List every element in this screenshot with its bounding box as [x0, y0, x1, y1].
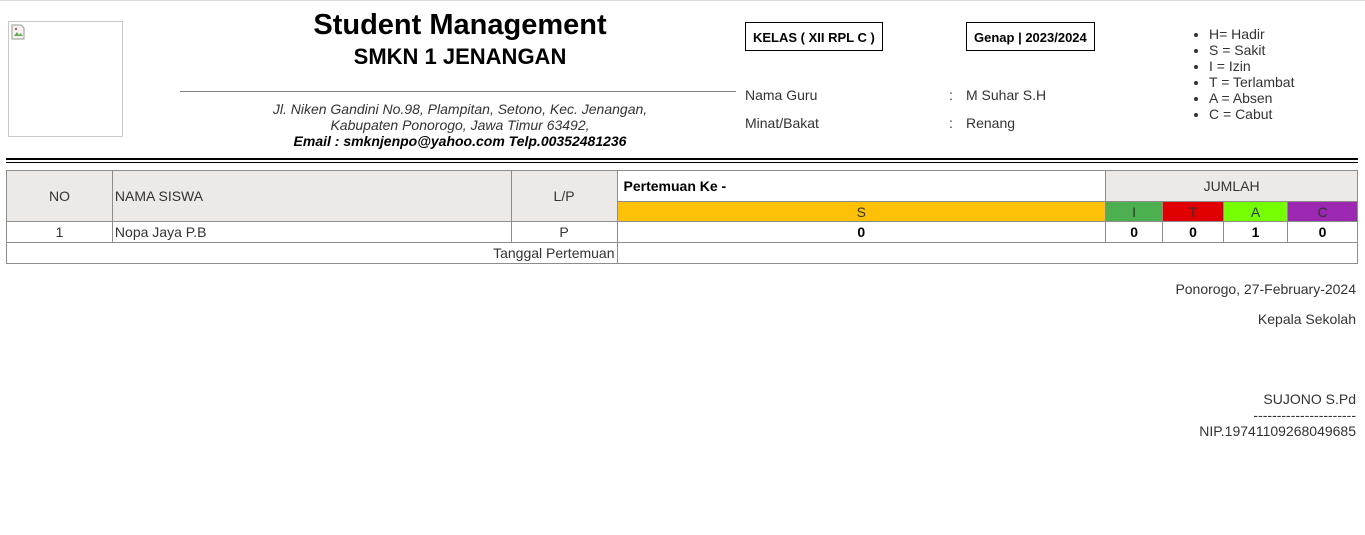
meeting-date-row: Tanggal Pertemuan [6, 242, 1359, 264]
school-address-line1: Jl. Niken Gandini No.98, Plampitan, Seto… [272, 101, 648, 117]
school-address-line2: Kabupaten Ponorogo, Jawa Timur 63492, [330, 117, 590, 133]
total-code-terlambat: T [1162, 201, 1225, 222]
meeting-date-value [616, 242, 1359, 264]
total-code-izin: I [1105, 201, 1164, 222]
broken-image-icon [11, 24, 25, 40]
school-name: SMKN 1 JENANGAN [353, 44, 567, 69]
header-double-rule [6, 158, 1358, 163]
column-header-meeting: Pertemuan Ke - [616, 170, 1107, 202]
signature-name: SUJONO S.Pd [1263, 391, 1356, 407]
table-header-row: NO NAMA SISWA L/P Pertemuan Ke - JUMLAH [6, 170, 1358, 222]
teacher-value: M Suhar S.H [966, 87, 1047, 103]
row-gender: P [510, 221, 618, 243]
meeting-date-label: Tanggal Pertemuan [6, 242, 618, 264]
row-total-cabut: 0 [1287, 221, 1358, 243]
attendance-table: NO NAMA SISWA L/P Pertemuan Ke - JUMLAH … [6, 170, 1359, 264]
row-total-terlambat: 0 [1162, 221, 1225, 243]
meeting-code-cell: S [616, 201, 1107, 222]
table-row: 1 Nopa Jaya P.B P 0 0 0 1 0 [6, 221, 1358, 243]
legend-item-cabut: C = Cabut [1209, 106, 1294, 122]
column-header-gender: L/P [510, 170, 618, 222]
row-total-absen: 1 [1223, 221, 1288, 243]
signature-nip: NIP.19741109268049685 [1199, 423, 1356, 439]
total-code-absen: A [1223, 201, 1288, 222]
legend-item-izin: I = Izin [1209, 58, 1294, 74]
school-contact: Email : smknjenpo@yahoo.com Telp.0035248… [293, 133, 627, 149]
signature-line: ---------------------- [1253, 407, 1356, 423]
teacher-label: Nama Guru [745, 87, 818, 103]
legend-item-hadir: H= Hadir [1209, 26, 1294, 42]
legend-item-terlambat: T = Terlambat [1209, 74, 1294, 90]
attendance-legend: H= Hadir S = Sakit I = Izin T = Terlamba… [1190, 26, 1294, 122]
row-no: 1 [6, 221, 113, 243]
signature-role: Kepala Sekolah [1257, 311, 1356, 327]
signature-place-date: Ponorogo, 27-February-2024 [1175, 281, 1356, 297]
school-logo-image [8, 21, 123, 137]
total-code-cabut: C [1287, 201, 1358, 222]
semester-badge: Genap | 2023/2024 [966, 22, 1095, 51]
row-meeting-value: 0 [616, 221, 1107, 243]
header-divider [180, 91, 736, 92]
class-badge: KELAS ( XII RPL C ) [745, 22, 883, 51]
column-header-name: NAMA SISWA [111, 170, 512, 222]
column-header-total: JUMLAH [1105, 170, 1358, 202]
column-header-no: NO [6, 170, 113, 222]
interest-label: Minat/Bakat [745, 115, 819, 131]
row-total-izin: 0 [1105, 221, 1164, 243]
row-student-name: Nopa Jaya P.B [111, 221, 512, 243]
legend-item-sakit: S = Sakit [1209, 42, 1294, 58]
interest-colon: : [949, 115, 953, 131]
teacher-colon: : [949, 87, 953, 103]
page-title: Student Management [313, 9, 607, 41]
legend-item-absen: A = Absen [1209, 90, 1294, 106]
interest-value: Renang [966, 115, 1016, 131]
